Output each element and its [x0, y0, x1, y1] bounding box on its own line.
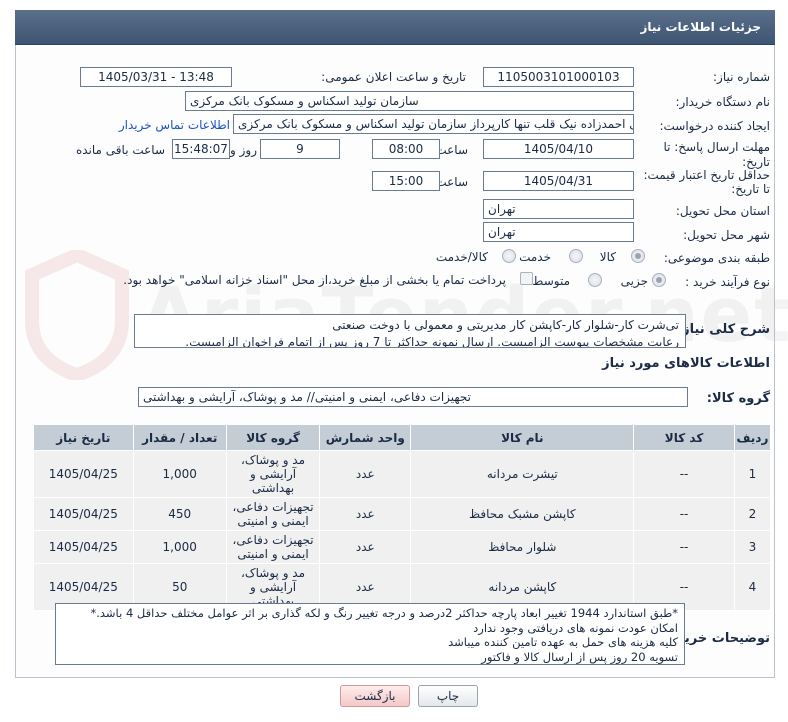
goods-group-label: گروه کالا: — [706, 391, 770, 406]
reply-date-value: 1405/04/10 — [483, 139, 634, 159]
cell-row: 2 — [733, 497, 772, 531]
cell-unit: عدد — [319, 450, 412, 498]
goods-group-value: تجهیزات دفاعی، ایمنی و امنیتی// مد و پوش… — [138, 387, 688, 407]
category-goods-radio[interactable] — [631, 249, 645, 263]
price-validity-label: حداقل تاریخ اعتبار قیمت: — [643, 168, 770, 182]
buyer-note-line-3: کلیه هزینه های حمل به عهده تامین کننده م… — [448, 635, 678, 649]
cell-name: کاپشن مشبک محافظ — [410, 497, 635, 531]
table-row: 3 -- شلوار محافظ عدد تجهیزات دفاعی، ایمن… — [33, 530, 772, 564]
cell-need-date: 1405/04/25 — [33, 530, 134, 564]
treasury-payment-checkbox[interactable] — [520, 272, 533, 285]
cell-row: 1 — [733, 450, 772, 498]
province-value: تهران — [483, 199, 634, 219]
remaining-days-value: 9 — [260, 139, 340, 159]
goods-table-header: ردیف کد کالا نام کالا واحد شمارش گروه کا… — [33, 424, 772, 451]
process-minor-label: جزیی — [620, 274, 648, 288]
general-desc-textarea[interactable]: تی‌شرت کار-شلوار کار-کاپشن کار مدیریتی و… — [134, 314, 686, 348]
cell-group: مد و پوشاک، آرایشی و بهداشتی — [225, 450, 321, 498]
treasury-payment-note: پرداخت تمام یا بخشی از مبلغ خرید،از محل … — [123, 273, 506, 287]
cell-need-date: 1405/04/25 — [33, 497, 134, 531]
category-goods-service-radio[interactable] — [502, 249, 516, 263]
announce-datetime-label: تاریخ و ساعت اعلان عمومی: — [321, 70, 466, 84]
cell-code: -- — [633, 530, 735, 564]
buyer-note-line-1: *طبق استاندارد 1944 تغییر ابعاد پارچه حد… — [90, 606, 678, 620]
process-medium-label: متوسط — [532, 274, 570, 288]
process-minor-radio[interactable] — [652, 273, 666, 287]
price-validity-label-2: تا تاریخ: — [731, 182, 770, 196]
page-title: جزئیات اطلاعات نیاز — [640, 20, 761, 34]
cell-name: شلوار محافظ — [410, 530, 635, 564]
need-number-label: شماره نیاز: — [713, 70, 770, 84]
panel-header: جزئیات اطلاعات نیاز — [15, 10, 775, 45]
cell-group: تجهیزات دفاعی، ایمنی و امنیتی — [225, 497, 321, 531]
need-number-value: 1105003101000103 — [483, 67, 634, 87]
col-code: کد کالا — [633, 424, 735, 451]
day-and-label: روز و — [230, 143, 257, 157]
announce-datetime-value: 1405/03/31 - 13:48 — [80, 67, 232, 87]
time-remaining-label: ساعت باقی مانده — [75, 143, 165, 157]
requester-label: ایجاد کننده درخواست: — [659, 119, 770, 133]
buyer-org-value: سازمان تولید اسکناس و مسکوک بانک مرکزی — [185, 91, 634, 111]
cell-unit: عدد — [319, 530, 412, 564]
buyer-note-line-4: تسویه 20 روز پس از ارسال کالا و فاکتور — [481, 649, 678, 664]
table-row: 1 -- تیشرت مردانه عدد مد و پوشاک، آرایشی… — [33, 450, 772, 498]
col-quantity: تعداد / مقدار — [132, 424, 227, 451]
goods-info-heading: اطلاعات کالاهای مورد نیاز — [602, 356, 770, 371]
category-label: طبقه بندی موضوعی: — [663, 251, 770, 265]
category-service-radio[interactable] — [569, 249, 583, 263]
cell-quantity: 1,000 — [132, 450, 227, 498]
remaining-time-value: 15:48:07 — [172, 139, 230, 159]
general-desc-line-1: تی‌شرت کار-شلوار کار-کاپشن کار مدیریتی و… — [332, 318, 679, 332]
print-button[interactable]: چاپ — [418, 685, 478, 707]
general-desc-label: شرح کلی نیاز: — [676, 322, 770, 337]
cell-quantity: 1,000 — [132, 530, 227, 564]
back-button[interactable]: بازگشت — [340, 685, 410, 707]
process-type-label: نوع فرآیند خرید : — [685, 275, 770, 289]
process-medium-radio[interactable] — [588, 273, 602, 287]
cell-group: تجهیزات دفاعی، ایمنی و امنیتی — [225, 530, 321, 564]
goods-table: ردیف کد کالا نام کالا واحد شمارش گروه کا… — [33, 424, 772, 611]
reply-time-value: 08:00 — [372, 139, 440, 159]
general-desc-line-2: رعایت مشخصات پیوست الزامیست. ارسال نمونه… — [185, 335, 679, 348]
category-goods-label: کالا — [599, 250, 616, 264]
col-name: نام کالا — [410, 424, 635, 451]
category-goods-service-label: کالا/خدمت — [435, 250, 488, 264]
col-unit: واحد شمارش — [319, 424, 412, 451]
buyer-notes-textarea[interactable]: *طبق استاندارد 1944 تغییر ابعاد پارچه حد… — [55, 603, 685, 665]
validity-time-value: 15:00 — [372, 171, 440, 191]
cell-unit: عدد — [319, 497, 412, 531]
cell-name: تیشرت مردانه — [410, 450, 635, 498]
cell-code: -- — [633, 450, 735, 498]
reply-hour-label: ساعت — [435, 143, 468, 157]
delivery-province-label: استان محل تحویل: — [675, 204, 770, 218]
cell-code: -- — [633, 497, 735, 531]
buyer-contact-link[interactable]: اطلاعات تماس خریدار — [119, 118, 230, 132]
reply-deadline-label-2: تاریخ: — [742, 155, 770, 169]
cell-row: 4 — [733, 563, 772, 611]
cell-need-date: 1405/04/25 — [33, 450, 134, 498]
cell-row: 3 — [733, 530, 772, 564]
validity-date-value: 1405/04/31 — [483, 171, 634, 191]
table-row: 2 -- کاپشن مشبک محافظ عدد تجهیزات دفاعی،… — [33, 497, 772, 531]
cell-quantity: 450 — [132, 497, 227, 531]
city-value: تهران — [483, 222, 634, 242]
delivery-city-label: شهر محل تحویل: — [683, 228, 770, 242]
col-group: گروه کالا — [225, 424, 321, 451]
col-need-date: تاریخ نیاز — [33, 424, 134, 451]
category-service-label: خدمت — [519, 250, 551, 264]
requester-value: سید مهدی احمدزاده نیک قلب تنها کارپرداز … — [233, 114, 634, 134]
buyer-note-line-2: امکان عودت نمونه های دریافتی وجود ندارد — [473, 620, 678, 635]
buyer-org-label: نام دستگاه خریدار: — [675, 95, 771, 109]
col-row: ردیف — [733, 424, 772, 451]
reply-deadline-label: مهلت ارسال پاسخ: تا — [663, 140, 770, 154]
validity-hour-label: ساعت — [435, 175, 468, 189]
